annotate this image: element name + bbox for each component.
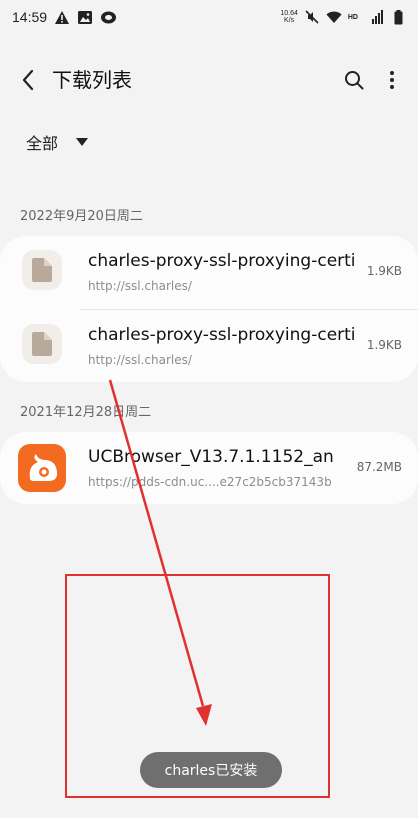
network-speed-value: 10.64 — [280, 10, 298, 17]
download-group-card: UCBrowser_V13.7.1.1152_an https://pdds-c… — [0, 432, 418, 504]
download-source-url: http://ssl.charles/ — [88, 353, 192, 367]
back-button[interactable] — [14, 66, 42, 94]
download-source-url: http://ssl.charles/ — [88, 279, 192, 293]
status-bar: 14:59 10.64 K/s HD — [0, 0, 418, 34]
download-list-item[interactable]: UCBrowser_V13.7.1.1152_an https://pdds-c… — [0, 432, 418, 504]
date-group-header: 2022年9月20日周二 — [20, 209, 143, 224]
warning-icon — [54, 9, 70, 25]
download-group-card: charles-proxy-ssl-proxying-certi http://… — [0, 236, 418, 382]
search-icon — [345, 71, 364, 90]
app-notification-icon — [100, 9, 116, 25]
image-icon — [77, 9, 93, 25]
app-bar: 下载列表 — [0, 52, 418, 108]
dropdown-caret-icon — [76, 138, 89, 146]
mute-icon — [304, 9, 320, 25]
download-file-size: 87.2MB — [356, 460, 402, 474]
download-source-url: https://pdds-cdn.uc....e27c2b5cb37143b — [88, 475, 332, 489]
hd-indicator: HD — [347, 13, 358, 21]
search-button[interactable] — [340, 66, 368, 94]
signal-icon — [364, 9, 384, 25]
download-file-name: charles-proxy-ssl-proxying-certi — [88, 251, 356, 271]
download-file-name: charles-proxy-ssl-proxying-certi — [88, 325, 356, 345]
status-bar-right: 10.64 K/s HD — [280, 9, 406, 25]
uc-browser-icon — [18, 444, 66, 492]
network-speed: 10.64 K/s — [280, 10, 298, 24]
network-speed-unit: K/s — [284, 17, 295, 24]
download-list-item[interactable]: charles-proxy-ssl-proxying-certi http://… — [0, 236, 418, 308]
status-bar-left: 14:59 — [12, 9, 116, 25]
download-list-item[interactable]: charles-proxy-ssl-proxying-certi http://… — [0, 310, 418, 382]
toast-message: charles已安装 — [140, 752, 282, 788]
more-options-button[interactable] — [378, 66, 406, 94]
back-arrow-icon — [22, 69, 34, 91]
file-icon — [22, 250, 62, 290]
filter-dropdown[interactable]: 全部 — [0, 114, 418, 170]
more-vert-icon — [390, 71, 394, 89]
file-icon — [22, 324, 62, 364]
download-file-size: 1.9KB — [366, 338, 402, 352]
filter-selected-label: 全部 — [26, 134, 59, 153]
page-title: 下载列表 — [52, 68, 132, 92]
date-group-header: 2021年12月28日周二 — [20, 405, 152, 420]
status-time: 14:59 — [12, 9, 48, 25]
battery-icon — [390, 9, 406, 25]
download-file-size: 1.9KB — [366, 264, 402, 278]
download-file-name: UCBrowser_V13.7.1.1152_an — [88, 447, 334, 467]
wifi-icon — [326, 9, 342, 25]
